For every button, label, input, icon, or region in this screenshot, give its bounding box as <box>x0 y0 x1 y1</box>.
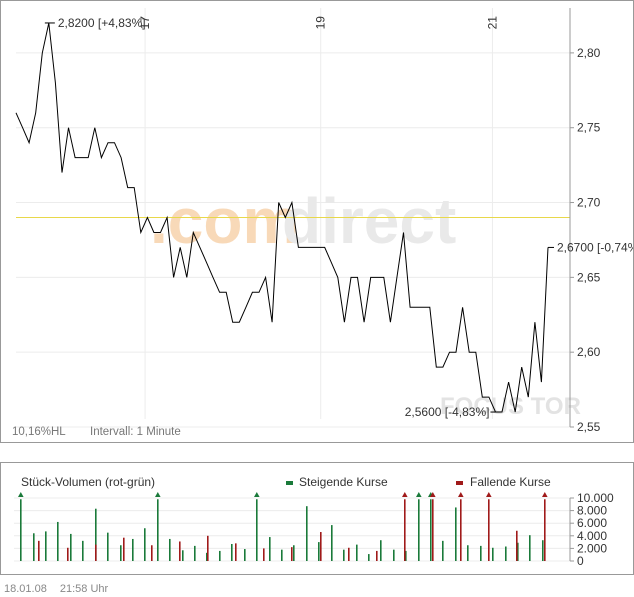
volume-bar-rising <box>318 542 320 561</box>
volume-bar-rising <box>393 549 395 561</box>
legend-rising-swatch <box>286 481 293 485</box>
volume-bar-rising <box>306 506 308 561</box>
volume-bar-rising <box>57 521 59 561</box>
volume-bar-rising <box>244 549 246 561</box>
volume-bar-falling <box>123 537 125 561</box>
volume-bar-falling <box>516 530 518 561</box>
volume-bar-falling <box>432 499 434 561</box>
price-y-tick-label: 2,55 <box>577 420 601 434</box>
volume-bar-rising <box>442 540 444 561</box>
volume-bar-falling <box>348 547 350 561</box>
range-note: 10,16%HL <box>12 426 66 438</box>
volume-bar-falling <box>460 499 462 561</box>
volume-bar-rising <box>293 545 295 561</box>
volume-title: Stück-Volumen (rot-grün) <box>21 475 155 489</box>
last-label: 2,6700 [-0,74%] <box>557 240 634 254</box>
volume-bar-falling <box>207 535 209 561</box>
volume-bar-rising <box>82 540 84 561</box>
volume-bar-falling <box>179 541 181 561</box>
watermark-direct: direct <box>282 185 456 257</box>
volume-bar-rising <box>430 499 432 561</box>
volume-bar-falling <box>151 545 153 561</box>
volume-bar-falling <box>38 540 40 561</box>
volume-bar-rising <box>480 545 482 561</box>
volume-bar-rising <box>269 537 271 561</box>
volume-y-tick-label: 4.000 <box>577 529 607 543</box>
volume-bar-rising <box>20 499 22 561</box>
volume-bar-rising <box>505 546 507 561</box>
legend-rising-label: Steigende Kurse <box>299 475 388 489</box>
volume-bar-rising <box>281 549 283 561</box>
watermark-com: .com <box>150 185 299 257</box>
volume-bar-rising <box>70 533 72 561</box>
volume-bar-falling <box>291 547 293 561</box>
volume-bar-rising <box>455 507 457 561</box>
volume-bar-rising <box>144 528 146 561</box>
volume-y-tick-label: 0 <box>577 554 584 568</box>
volume-bar-falling <box>235 543 237 561</box>
volume-bar-rising <box>492 547 494 561</box>
footer-time: 21:58 Uhr <box>59 583 109 595</box>
volume-bar-falling <box>376 550 378 561</box>
volume-bar-falling <box>320 532 322 561</box>
volume-bar-rising <box>107 532 109 561</box>
price-y-tick-label: 2,60 <box>577 345 601 359</box>
volume-bar-falling <box>67 547 69 561</box>
volume-bar-rising <box>45 531 47 561</box>
volume-bar-falling <box>488 499 490 561</box>
volume-bar-rising <box>256 499 258 561</box>
volume-bar-rising <box>132 538 134 561</box>
volume-bar-rising <box>169 538 171 561</box>
volume-bar-rising <box>529 535 531 561</box>
volume-bar-rising <box>182 550 184 561</box>
volume-bar-falling <box>404 499 406 561</box>
footer-date: 18.01.08 <box>4 583 47 595</box>
price-y-tick-label: 2,80 <box>577 46 601 60</box>
volume-bar-rising <box>418 499 420 561</box>
volume-y-tick-label: 6.000 <box>577 516 607 530</box>
volume-bar-rising <box>331 525 333 561</box>
footer: 18.01.08 21:58 Uhr <box>4 583 118 595</box>
legend-falling-swatch <box>456 481 463 485</box>
volume-bar-rising <box>380 540 382 561</box>
volume-y-tick-label: 2.000 <box>577 541 607 555</box>
interval-label: Intervall: 1 Minute <box>90 426 181 438</box>
volume-bar-rising <box>231 543 233 561</box>
volume-y-tick-label: 8.000 <box>577 504 607 518</box>
price-x-tick-label: 19 <box>314 16 328 30</box>
volume-bar-rising <box>467 545 469 561</box>
volume-bar-rising <box>542 540 544 561</box>
volume-bar-falling <box>544 499 546 561</box>
volume-bar-falling <box>95 544 97 561</box>
volume-bar-rising <box>219 550 221 561</box>
volume-bar-rising <box>343 549 345 561</box>
volume-bar-rising <box>33 533 35 561</box>
high-label: 2,8200 [+4,83%] <box>58 16 146 30</box>
volume-bar-rising <box>194 545 196 561</box>
price-y-tick-label: 2,65 <box>577 270 601 284</box>
price-y-tick-label: 2,70 <box>577 196 601 210</box>
low-label: 2,5600 [-4,83%] <box>405 405 490 419</box>
volume-y-tick-label: 10.000 <box>577 491 614 505</box>
volume-bar-rising <box>356 544 358 561</box>
price-y-tick-label: 2,75 <box>577 121 601 135</box>
price-x-tick-label: 21 <box>485 16 499 30</box>
volume-bar-falling <box>263 548 265 561</box>
volume-bar-rising <box>368 554 370 561</box>
volume-bar-rising <box>120 545 122 561</box>
legend-falling-label: Fallende Kurse <box>470 475 551 489</box>
chart-canvas: .com direct FOCUS TOR 2,552,602,652,702,… <box>0 0 634 597</box>
volume-bar-rising <box>157 499 159 561</box>
